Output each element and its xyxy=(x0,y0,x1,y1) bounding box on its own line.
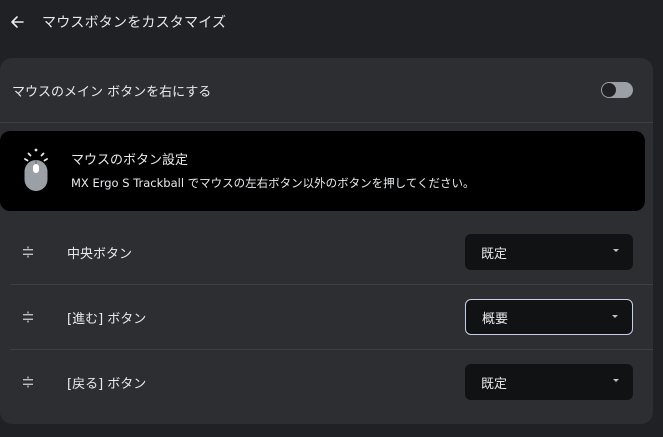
button-label-back: [戻る] ボタン xyxy=(67,376,147,392)
primary-button-label: マウスのメイン ボタンを右にする xyxy=(12,84,212,100)
mouse-button-banner: マウスのボタン設定 MX Ergo S Trackball でマウスの左右ボタン… xyxy=(0,131,645,211)
settings-page: マウスボタンをカスタマイズ マウスのメイン ボタンを右にする マウスのボタン設定… xyxy=(0,0,663,437)
chevron-down-icon xyxy=(613,249,619,252)
chevron-down-icon xyxy=(613,379,619,382)
primary-button-row: マウスのメイン ボタンを右にする xyxy=(0,58,653,123)
select-value: 既定 xyxy=(481,376,508,392)
back-button[interactable] xyxy=(8,13,26,31)
select-value: 既定 xyxy=(481,246,508,262)
page-title: マウスボタンをカスタマイズ xyxy=(42,15,227,31)
page-header: マウスボタンをカスタマイズ xyxy=(0,0,663,44)
toggle-knob xyxy=(602,83,616,97)
button-label-forward: [進む] ボタン xyxy=(67,311,147,327)
action-select-back[interactable]: 既定 xyxy=(465,364,633,400)
arrow-left-icon xyxy=(11,16,24,28)
settings-card: マウスのメイン ボタンを右にする マウスのボタン設定 MX Ergo S Tra… xyxy=(0,58,653,424)
drag-handle-icon[interactable] xyxy=(22,376,34,388)
primary-button-toggle[interactable] xyxy=(601,82,633,98)
button-row-forward: [進む] ボタン 概要 xyxy=(10,284,653,349)
action-select-middle[interactable]: 既定 xyxy=(465,234,633,270)
button-label-middle: 中央ボタン xyxy=(67,246,133,262)
action-select-forward[interactable]: 概要 xyxy=(465,299,633,335)
banner-description: MX Ergo S Trackball でマウスの左右ボタン以外のボタンを押して… xyxy=(71,176,475,190)
button-row-middle: 中央ボタン 既定 xyxy=(10,220,653,284)
button-row-back: [戻る] ボタン 既定 xyxy=(10,349,653,414)
drag-handle-icon[interactable] xyxy=(22,246,34,258)
drag-handle-icon[interactable] xyxy=(22,311,34,323)
mouse-icon xyxy=(24,148,48,191)
banner-title: マウスのボタン設定 xyxy=(71,153,189,168)
chevron-down-icon xyxy=(612,315,618,318)
select-value: 概要 xyxy=(482,311,509,327)
